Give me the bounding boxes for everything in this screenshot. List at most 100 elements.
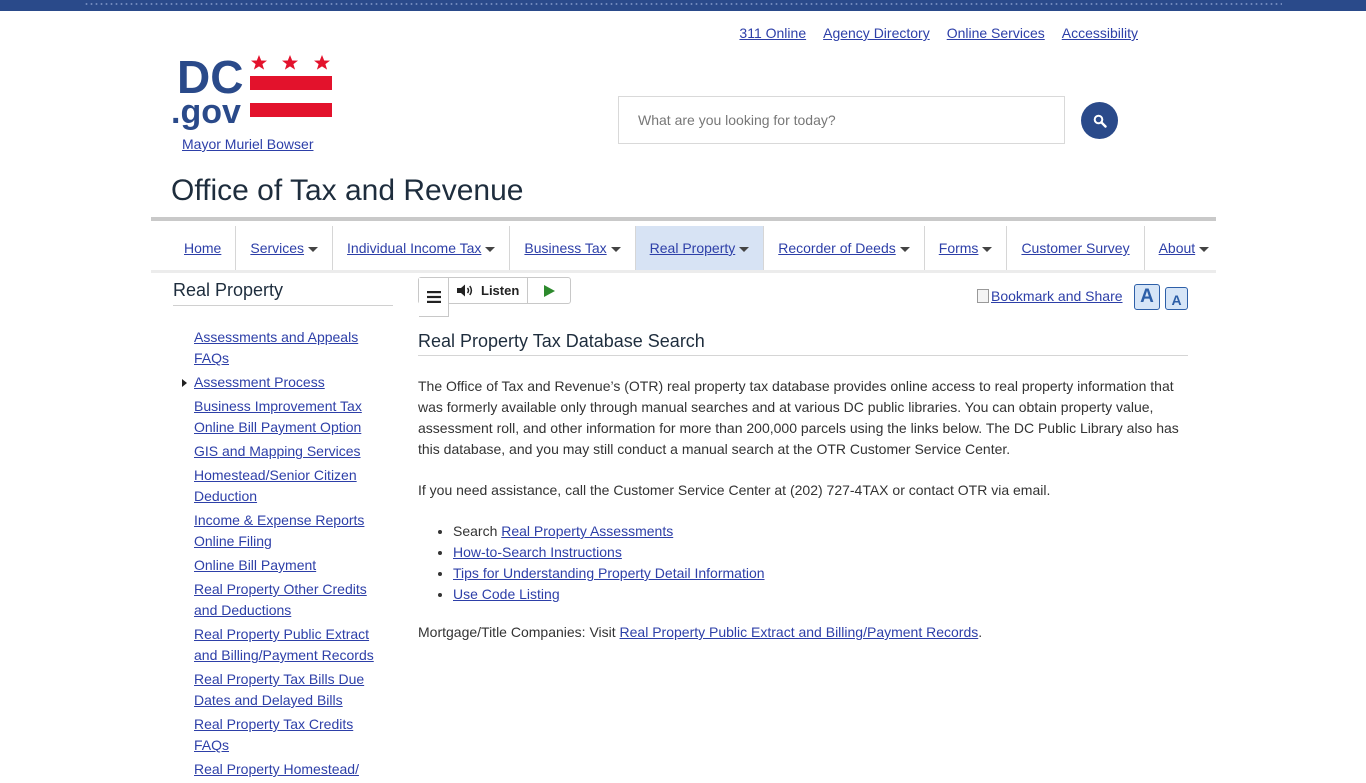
bullet-prefix: Search — [453, 523, 502, 539]
list-item: Use Code Listing — [453, 584, 765, 605]
current-page-arrow-icon — [182, 379, 187, 387]
nav-item-forms[interactable]: Forms — [925, 226, 1008, 270]
mortgage-prefix: Mortgage/Title Companies: Visit — [418, 624, 620, 640]
sidebar-link-homestead-senior[interactable]: Homestead/Senior Citizen Deduction — [194, 467, 357, 504]
nav-link-business-tax[interactable]: Business Tax — [524, 240, 606, 256]
sidebar-link-other-credits[interactable]: Real Property Other Credits and Deductio… — [194, 581, 367, 618]
nav-link-customer-survey[interactable]: Customer Survey — [1021, 240, 1129, 256]
sidebar-link-assessment-process[interactable]: Assessment Process — [194, 374, 325, 390]
sidebar-item: Real Property Homestead/ — [194, 759, 384, 780]
listen-menu-button[interactable] — [419, 278, 449, 317]
listen-label: Listen — [481, 283, 520, 298]
sidebar-item: Real Property Tax Credits FAQs — [194, 714, 384, 756]
listen-toolbar: Listen — [418, 277, 571, 317]
nav-link-forms[interactable]: Forms — [939, 240, 979, 256]
search-input[interactable] — [618, 96, 1065, 144]
dc-gov-logo[interactable]: DC .gov — [171, 51, 336, 131]
font-increase-button[interactable]: A — [1134, 284, 1160, 310]
caret-down-icon[interactable] — [308, 246, 319, 252]
sidebar-link-gis-mapping[interactable]: GIS and Mapping Services — [194, 443, 361, 459]
caret-down-icon[interactable] — [739, 246, 750, 252]
mortgage-paragraph: Mortgage/Title Companies: Visit Real Pro… — [418, 622, 1188, 643]
sidebar-menu: Assessments and Appeals FAQs Assessment … — [182, 327, 384, 783]
sidebar-title: Real Property — [173, 280, 284, 300]
flag-star-2 — [282, 55, 298, 70]
nav-link-about[interactable]: About — [1159, 240, 1196, 256]
flag-star-1 — [251, 55, 267, 70]
mayor-link[interactable]: Mayor Muriel Bowser — [182, 136, 313, 152]
mortgage-suffix: . — [978, 624, 983, 640]
sidebar-item: GIS and Mapping Services — [194, 441, 384, 462]
sidebar-link-tax-credits-faqs[interactable]: Real Property Tax Credits FAQs — [194, 716, 353, 753]
font-increase-label: A — [1140, 286, 1154, 307]
nav-link-home[interactable]: Home — [184, 240, 221, 256]
sidebar-item: Homestead/Senior Citizen Deduction — [194, 465, 384, 507]
sidebar-link-income-expense-reports[interactable]: Income & Expense Reports Online Filing — [194, 512, 364, 549]
caret-down-icon[interactable] — [1199, 246, 1210, 252]
list-item: Search Real Property Assessments — [453, 521, 765, 542]
nav-item-real-property[interactable]: Real Property — [635, 226, 765, 270]
sidebar-item: Business Improvement Tax Online Bill Pay… — [194, 396, 384, 438]
nav-link-individual-income-tax[interactable]: Individual Income Tax — [347, 240, 481, 256]
broken-image-icon — [977, 289, 989, 303]
nav-item-home[interactable]: Home — [170, 226, 237, 270]
resource-link-list: Search Real Property Assessments How-to-… — [418, 521, 765, 605]
caret-down-icon[interactable] — [982, 246, 993, 252]
utility-links: 311 Online Agency Directory Online Servi… — [739, 25, 1138, 41]
hamburger-menu-icon — [426, 291, 441, 303]
link-real-property-assessments[interactable]: Real Property Assessments — [501, 523, 673, 539]
nav-divider — [151, 270, 1216, 273]
util-link-accessibility[interactable]: Accessibility — [1062, 25, 1138, 41]
assistance-paragraph: If you need assistance, call the Custome… — [418, 482, 1051, 498]
link-public-extract[interactable]: Real Property Public Extract and Billing… — [620, 624, 979, 640]
sidebar-item: Income & Expense Reports Online Filing — [194, 510, 384, 552]
banner-dots — [84, 3, 1282, 5]
sidebar-link-business-improvement-tax[interactable]: Business Improvement Tax Online Bill Pay… — [194, 398, 362, 435]
play-icon — [543, 284, 555, 297]
caret-down-icon[interactable] — [485, 246, 496, 252]
sidebar-item: Online Bill Payment — [194, 555, 384, 576]
search-icon — [1093, 114, 1107, 128]
speaker-icon — [457, 284, 473, 297]
util-link-agency-directory[interactable]: Agency Directory — [823, 25, 930, 41]
nav-item-recorder-of-deeds[interactable]: Recorder of Deeds — [764, 226, 925, 270]
nav-item-services[interactable]: Services — [236, 226, 334, 270]
util-link-311-online[interactable]: 311 Online — [739, 25, 806, 41]
nav-link-services[interactable]: Services — [250, 240, 304, 256]
sidebar-link-homestead-partial[interactable]: Real Property Homestead/ — [194, 761, 359, 777]
nav-item-customer-survey[interactable]: Customer Survey — [1007, 226, 1145, 270]
nav-item-about[interactable]: About — [1145, 226, 1224, 270]
font-decrease-label: A — [1171, 292, 1182, 308]
link-tips-property-detail[interactable]: Tips for Understanding Property Detail I… — [453, 565, 765, 581]
sidebar-link-public-extract[interactable]: Real Property Public Extract and Billing… — [194, 626, 374, 663]
caret-down-icon[interactable] — [610, 246, 621, 252]
search-button[interactable] — [1081, 102, 1118, 139]
util-link-online-services[interactable]: Online Services — [947, 25, 1045, 41]
title-divider — [151, 217, 1216, 221]
content-divider — [418, 355, 1188, 356]
nav-item-business-tax[interactable]: Business Tax — [510, 226, 636, 270]
flag-star-3 — [314, 55, 330, 70]
bookmark-share-link[interactable]: Bookmark and Share — [977, 288, 1123, 304]
nav-link-recorder-of-deeds[interactable]: Recorder of Deeds — [778, 240, 896, 256]
link-use-code-listing[interactable]: Use Code Listing — [453, 586, 560, 602]
flag-bar-top — [250, 76, 332, 90]
caret-down-icon[interactable] — [899, 246, 910, 252]
nav-link-real-property[interactable]: Real Property — [650, 240, 736, 256]
sidebar-link-assessments-appeals-faqs[interactable]: Assessments and Appeals FAQs — [194, 329, 358, 366]
listen-button[interactable]: Listen — [449, 278, 529, 303]
office-title: Office of Tax and Revenue — [171, 174, 524, 207]
link-how-to-search[interactable]: How-to-Search Instructions — [453, 544, 622, 560]
sidebar-item: Real Property Other Credits and Deductio… — [194, 579, 384, 621]
sidebar-link-online-bill-payment[interactable]: Online Bill Payment — [194, 557, 316, 573]
sidebar-link-tax-bills-due-dates[interactable]: Real Property Tax Bills Due Dates and De… — [194, 671, 364, 708]
bookmark-share-label: Bookmark and Share — [991, 288, 1123, 304]
intro-paragraph: The Office of Tax and Revenue’s (OTR) re… — [418, 378, 1179, 457]
list-item: How-to-Search Instructions — [453, 542, 765, 563]
play-button[interactable] — [528, 278, 570, 303]
dc-gov-logo-image: DC .gov — [171, 51, 332, 131]
nav-item-individual-income-tax[interactable]: Individual Income Tax — [333, 226, 511, 270]
top-banner — [0, 0, 1366, 11]
main-nav: Home Services Individual Income Tax Busi… — [170, 226, 1223, 270]
font-decrease-button[interactable]: A — [1165, 287, 1188, 310]
